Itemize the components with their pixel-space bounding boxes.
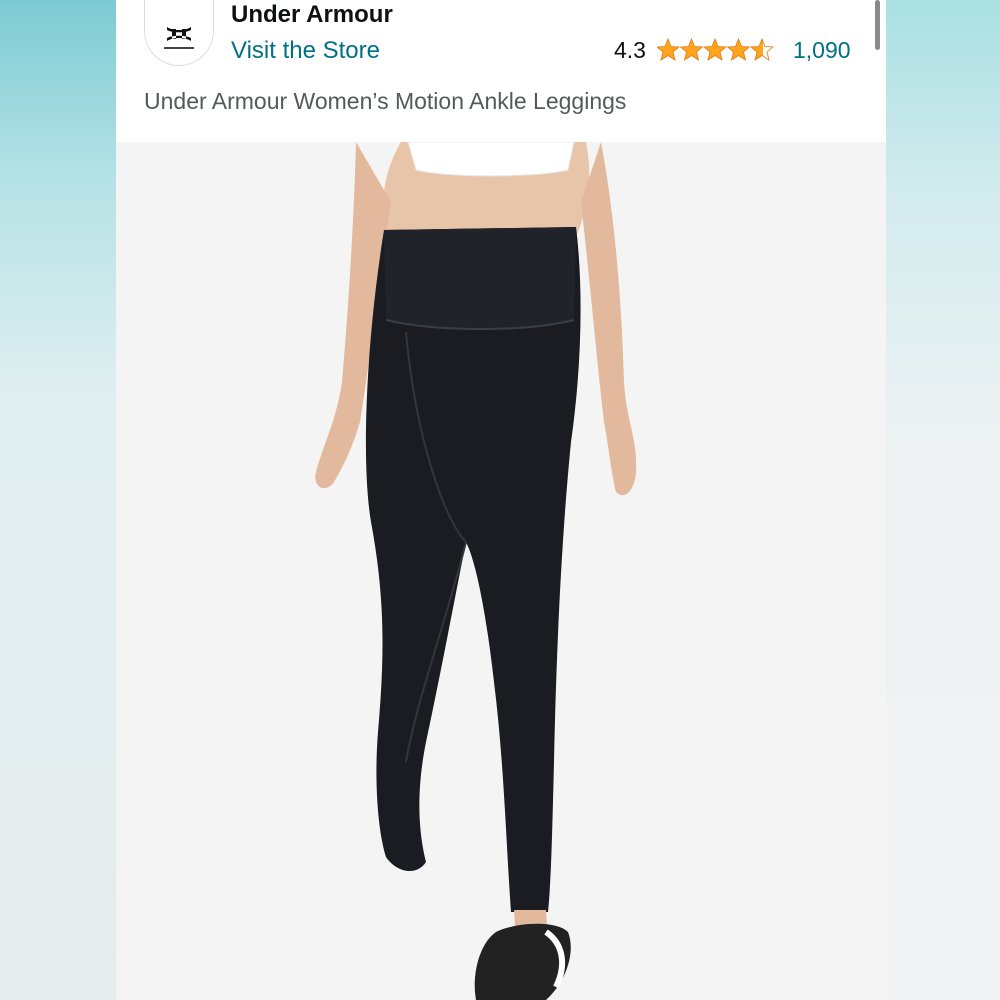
product-title: Under Armour Women’s Motion Ankle Leggin…	[144, 88, 627, 114]
rating-value: 4.3	[614, 37, 646, 63]
under-armour-logo-icon	[167, 26, 191, 41]
visit-store-link[interactable]: Visit the Store	[231, 37, 380, 65]
product-image[interactable]	[116, 142, 886, 1000]
review-count-link[interactable]: 1,090	[793, 37, 851, 64]
product-card: Under Armour Visit the Store 4.3 1,090 U…	[116, 0, 886, 1000]
scrollbar[interactable]	[875, 0, 880, 50]
star-4-icon	[727, 38, 750, 61]
star-5-partial-icon	[750, 38, 774, 61]
brand-name: Under Armour	[231, 1, 393, 28]
star-1-icon	[657, 38, 680, 61]
star-2-icon	[680, 38, 703, 61]
star-rating-icon[interactable]	[657, 36, 775, 62]
background-blur-right	[886, 0, 1000, 1000]
background-blur-left	[0, 0, 116, 1000]
logo-wordmark	[164, 46, 194, 49]
product-header: Under Armour Visit the Store 4.3 1,090 U…	[116, 0, 886, 142]
model-wearing-leggings-image	[116, 142, 886, 1000]
star-3-icon	[703, 38, 727, 61]
brand-logo[interactable]	[144, 0, 214, 66]
